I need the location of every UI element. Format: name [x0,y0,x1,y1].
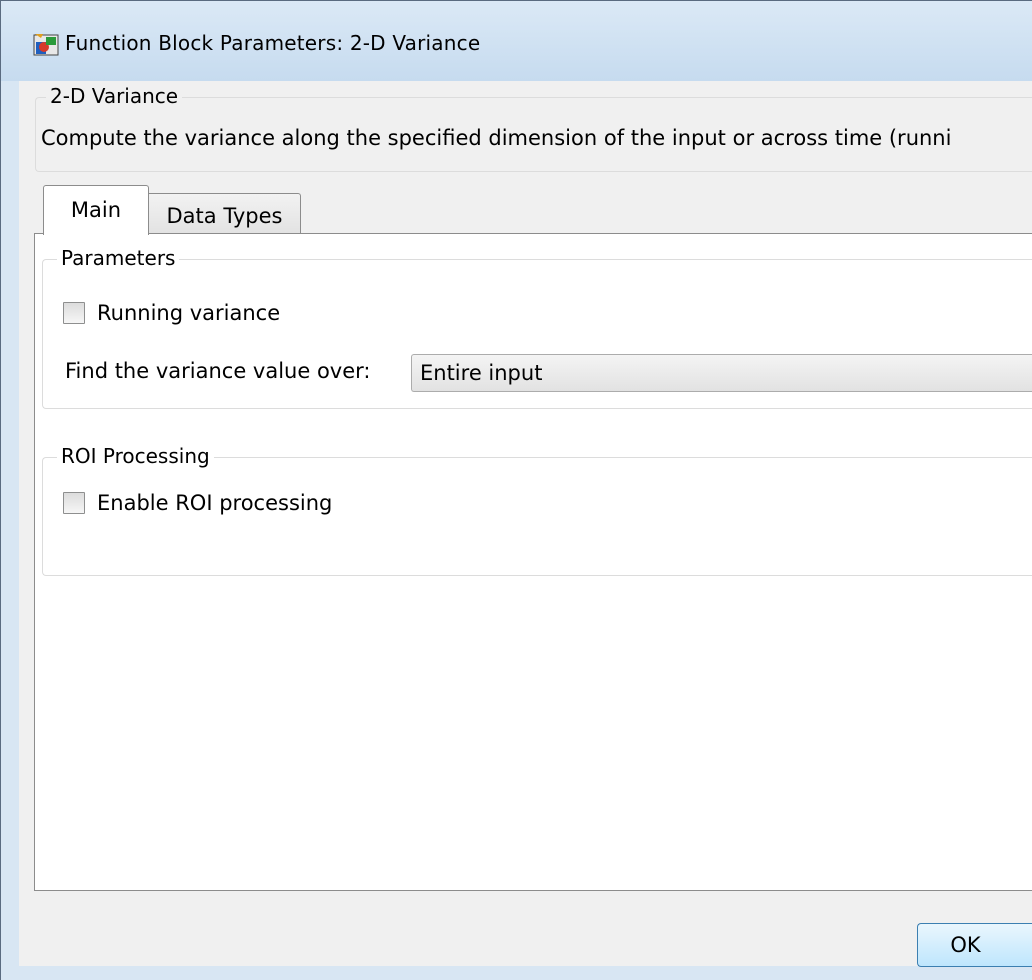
find-over-label: Find the variance value over: [65,359,371,383]
tab-main[interactable]: Main [43,185,149,235]
enable-roi-checkbox[interactable] [63,492,85,514]
window-title: Function Block Parameters: 2-D Variance [65,31,481,55]
enable-roi-row[interactable]: Enable ROI processing [63,491,332,515]
enable-roi-label: Enable ROI processing [97,491,333,515]
simulink-block-icon [33,34,59,56]
description-group-label: 2-D Variance [46,84,183,108]
title-bar[interactable]: Function Block Parameters: 2-D Variance [1,1,1032,81]
find-over-select[interactable]: Entire input [411,354,1032,392]
parameters-group: Parameters Running variance Find the var… [42,246,1032,409]
running-variance-row[interactable]: Running variance [63,301,280,325]
roi-group-label: ROI Processing [57,444,214,468]
description-group: 2-D Variance Compute the variance along … [35,84,1032,172]
ok-button[interactable]: OK [917,923,1032,967]
running-variance-label: Running variance [97,301,281,325]
roi-processing-group: ROI Processing Enable ROI processing [42,444,1032,576]
parameters-group-label: Parameters [57,246,180,270]
running-variance-checkbox[interactable] [63,302,85,324]
main-tab-panel: Parameters Running variance Find the var… [34,233,1032,891]
tab-data-types[interactable]: Data Types [149,193,301,235]
dialog-content: 2-D Variance Compute the variance along … [19,81,1032,966]
dialog-window: Function Block Parameters: 2-D Variance … [0,0,1032,980]
block-description: Compute the variance along the specified… [41,126,952,150]
